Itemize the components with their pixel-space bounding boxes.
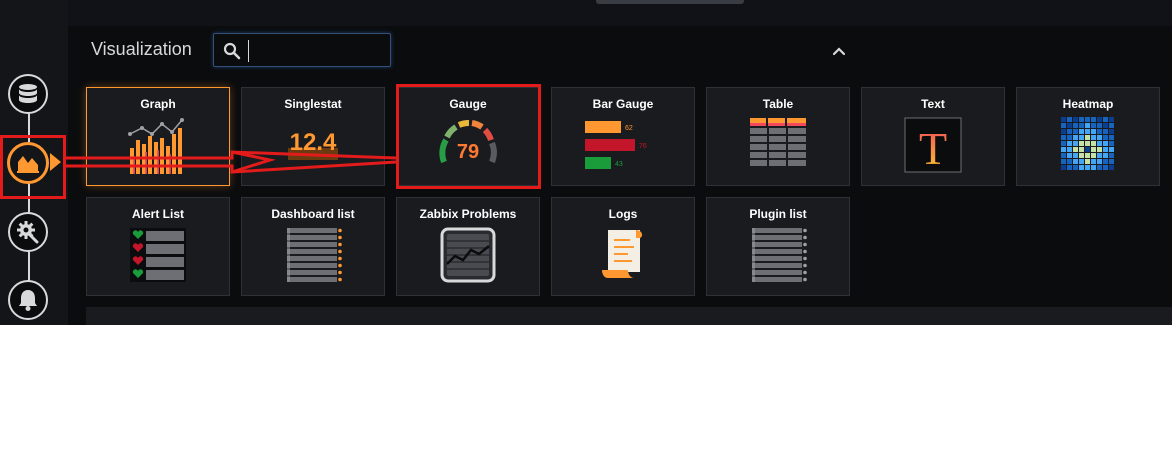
annotation-arrow	[66, 150, 397, 174]
app-window: Visualization Graph Singlestat 12.4 Gaug…	[0, 0, 1172, 325]
